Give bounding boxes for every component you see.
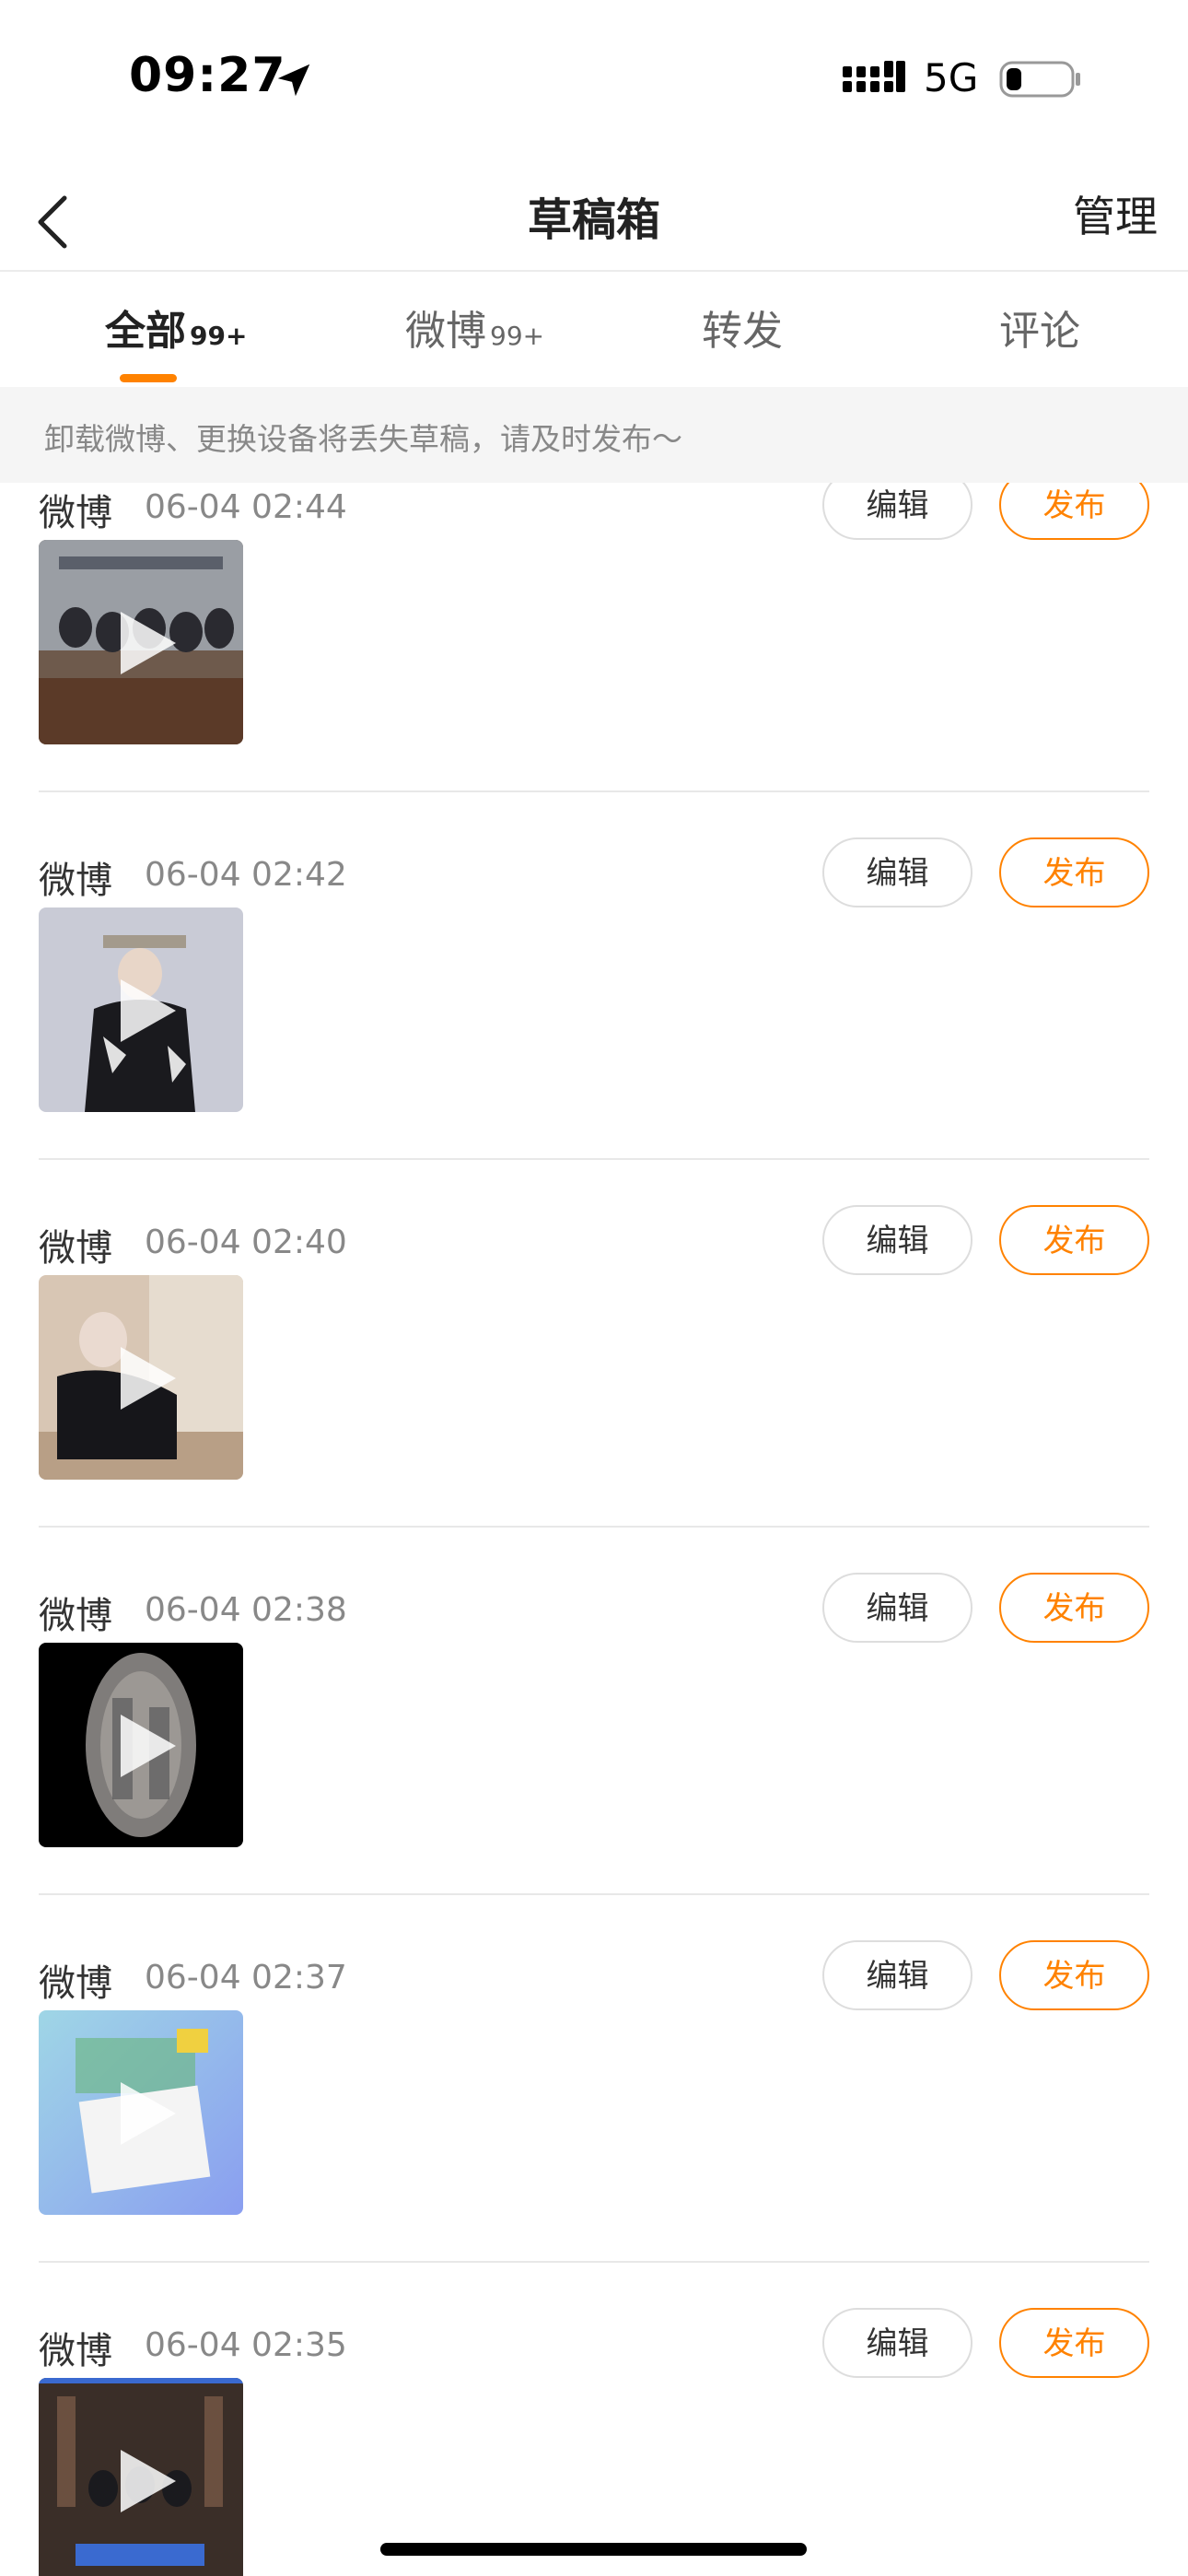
play-icon [121, 1347, 176, 1410]
tab-label: 微博 [405, 308, 486, 355]
tab-repost[interactable]: 转发 [702, 298, 783, 357]
tab-comment[interactable]: 评论 [999, 298, 1080, 357]
nav-bar: 草稿箱 管理 [0, 161, 1188, 272]
draft-item: 微博 06-04 02:37 编辑 发布 [0, 1940, 1188, 2308]
divider [39, 1526, 1149, 1528]
page-title: 草稿箱 [527, 194, 660, 246]
tab-weibo[interactable]: 微博 99+ [405, 298, 544, 357]
home-indicator[interactable] [380, 2543, 807, 2556]
battery-icon [999, 61, 1080, 98]
publish-button[interactable]: 发布 [999, 1940, 1149, 2010]
divider [39, 2261, 1149, 2263]
draft-date: 06-04 02:44 [145, 488, 347, 526]
edit-button[interactable]: 编辑 [822, 2308, 973, 2378]
divider [39, 1158, 1149, 1160]
draft-date: 06-04 02:38 [145, 1591, 347, 1629]
draft-item: 微博 06-04 02:38 编辑 发布 [0, 1573, 1188, 1940]
draft-date: 06-04 02:40 [145, 1224, 347, 1261]
draft-date: 06-04 02:37 [145, 1959, 347, 1996]
play-icon [121, 979, 176, 1042]
video-thumbnail[interactable] [39, 1643, 243, 1847]
edit-button[interactable]: 编辑 [822, 837, 973, 907]
active-tab-indicator [120, 374, 177, 382]
video-thumbnail[interactable] [39, 540, 243, 744]
draft-list[interactable]: 微博 06-04 02:44 编辑 发布 微博 06-04 02:42 编辑 发… [0, 483, 1188, 2576]
draft-item: 微博 06-04 02:35 编辑 发布 [0, 2308, 1188, 2576]
location-arrow-icon [277, 64, 310, 97]
edit-button[interactable]: 编辑 [822, 1573, 973, 1643]
notice-text: 卸载微博、更换设备将丢失草稿，请及时发布～ [44, 421, 682, 457]
draft-type: 微博 [39, 2330, 112, 2372]
divider [39, 1893, 1149, 1895]
draft-date: 06-04 02:35 [145, 2326, 347, 2364]
draft-type: 微博 [39, 492, 112, 534]
video-thumbnail[interactable] [39, 1275, 243, 1480]
draft-date: 06-04 02:42 [145, 856, 347, 894]
network-label: 5G [924, 55, 979, 100]
video-thumbnail[interactable] [39, 2010, 243, 2215]
tab-label: 转发 [702, 308, 783, 355]
draft-item: 微博 06-04 02:40 编辑 发布 [0, 1205, 1188, 1573]
draft-item: 微博 06-04 02:42 编辑 发布 [0, 837, 1188, 1205]
tab-label: 全部 [105, 308, 186, 355]
play-icon [121, 2450, 176, 2512]
status-bar: 09:27 5G [0, 0, 1188, 161]
publish-button[interactable]: 发布 [999, 483, 1149, 540]
manage-button[interactable]: 管理 [1073, 183, 1158, 244]
tab-count: 99+ [190, 321, 248, 351]
publish-button[interactable]: 发布 [999, 1205, 1149, 1275]
tab-all[interactable]: 全部 99+ [105, 298, 247, 357]
play-icon [121, 2082, 176, 2145]
draft-type: 微博 [39, 1962, 112, 2005]
draft-type: 微博 [39, 1595, 112, 1637]
notice-banner: 卸载微博、更换设备将丢失草稿，请及时发布～ [0, 387, 1188, 483]
video-thumbnail[interactable] [39, 907, 243, 1112]
video-thumbnail[interactable] [39, 2378, 243, 2576]
tab-bar: 全部 99+ 微博 99+ 转发 评论 [0, 272, 1188, 387]
divider [39, 790, 1149, 792]
publish-button[interactable]: 发布 [999, 2308, 1149, 2378]
draft-item: 微博 06-04 02:44 编辑 发布 [0, 483, 1188, 837]
play-icon [121, 1715, 176, 1777]
draft-type: 微博 [39, 860, 112, 902]
publish-button[interactable]: 发布 [999, 837, 1149, 907]
tab-label: 评论 [999, 308, 1080, 355]
signal-bars-icon [843, 61, 905, 92]
tab-count: 99+ [490, 321, 545, 351]
edit-button[interactable]: 编辑 [822, 1940, 973, 2010]
publish-button[interactable]: 发布 [999, 1573, 1149, 1643]
play-icon [121, 612, 176, 674]
draft-type: 微博 [39, 1227, 112, 1270]
edit-button[interactable]: 编辑 [822, 483, 973, 540]
status-time: 09:27 [129, 48, 286, 103]
edit-button[interactable]: 编辑 [822, 1205, 973, 1275]
